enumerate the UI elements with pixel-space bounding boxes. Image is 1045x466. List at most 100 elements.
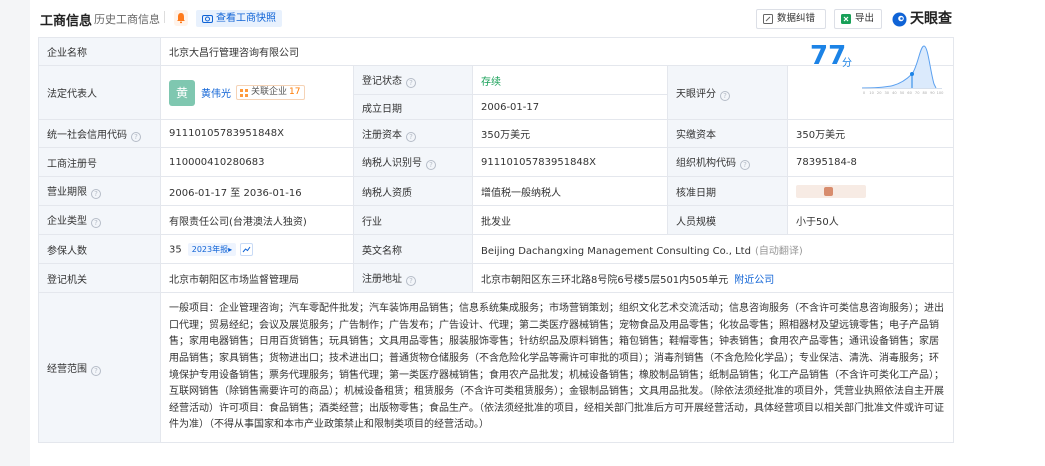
reg-capital-label-cell: 注册资本?	[353, 119, 473, 148]
score-tick-label: 30	[885, 91, 890, 95]
reg-capital: 350万美元	[472, 119, 668, 148]
english-name: Beijing Dachangxing Management Consultin…	[481, 245, 751, 257]
annual-report-label: 2023年报	[191, 244, 229, 254]
help-icon[interactable]: ?	[91, 365, 101, 376]
table-row: 参保人数 35 2023年报▸ 英文名称 Beijing Dachangxing …	[38, 234, 955, 264]
score-tick-label: 0	[863, 91, 866, 95]
score-tick-label: 50	[900, 91, 905, 95]
insured-cell: 35 2023年报▸	[160, 234, 354, 264]
company-info-panel: 工商信息 历史工商信息 查看工商快照 数据纠错 导出 天眼查 企业名称 北京大昌…	[30, 0, 1045, 466]
company-type-label-cell: 企业类型?	[38, 205, 161, 235]
company-type: 有限责任公司(台港澳法人独资)	[160, 205, 354, 235]
credit-code-label-cell: 统一社会信用代码?	[38, 119, 161, 148]
paid-capital: 350万美元	[786, 119, 955, 148]
eye-logo-icon	[892, 12, 907, 27]
data-correction-label: 数据纠错	[777, 13, 816, 24]
help-icon[interactable]: ?	[406, 276, 416, 286]
english-name-cell: Beijing Dachangxing Management Consultin…	[471, 234, 955, 264]
excel-icon	[841, 14, 851, 24]
help-icon[interactable]: ?	[406, 78, 416, 88]
org-code-label: 组织机构代码	[676, 158, 736, 169]
related-count: 17	[289, 87, 301, 97]
company-icon	[240, 89, 248, 97]
help-icon[interactable]: ?	[426, 160, 436, 170]
score-tick-label: 90	[930, 91, 935, 95]
found-date: 2006-01-17	[472, 94, 668, 120]
help-icon[interactable]: ?	[740, 160, 750, 170]
nearby-companies-link[interactable]: 附近公司	[734, 275, 774, 286]
tax-quality: 增值税一般纳税人	[472, 176, 668, 206]
table-row: 统一社会信用代码? 91110105783951848X 注册资本? 350万美…	[38, 119, 955, 148]
table-row: 企业类型? 有限责任公司(台港澳法人独资) 行业 批发业 人员规模 小于50人	[38, 205, 955, 235]
tianyancha-logo: 天眼查	[892, 9, 952, 29]
legal-rep-avatar[interactable]: 黄	[169, 79, 195, 106]
history-info-link[interactable]: 历史工商信息	[94, 11, 160, 27]
snapshot-button[interactable]: 查看工商快照	[196, 10, 282, 27]
status-value: 存续	[472, 65, 668, 95]
status-label-cell: 登记状态?	[353, 65, 473, 95]
bell-icon[interactable]	[174, 10, 188, 26]
address-cell: 北京市朝阳区东三环北路8号院6号楼5层501内505单元 附近公司	[471, 263, 955, 293]
help-icon[interactable]: ?	[91, 189, 101, 199]
score-label-cell: 天眼评分?	[667, 65, 788, 120]
snapshot-label: 查看工商快照	[216, 13, 276, 24]
company-name-label: 企业名称	[38, 37, 161, 66]
business-term: 2006-01-17 至 2036-01-16	[160, 176, 354, 206]
score-tick-label: 10	[869, 91, 874, 95]
annual-report-tag[interactable]: 2023年报▸	[187, 242, 237, 256]
staff-label: 人员规模	[667, 205, 788, 235]
table-row: 营业期限? 2006-01-17 至 2036-01-16 纳税人资质 增值税一…	[38, 176, 955, 206]
legal-rep-label: 法定代表人	[38, 65, 161, 120]
scope-label: 经营范围	[47, 363, 87, 375]
org-code: 78395184-8	[786, 147, 955, 177]
data-correction-button[interactable]: 数据纠错	[756, 9, 826, 29]
found-date-label: 成立日期	[353, 94, 473, 120]
logo-text: 天眼查	[910, 11, 952, 27]
score-tick-label: 80	[923, 91, 928, 95]
help-icon[interactable]: ?	[131, 131, 141, 142]
chart-icon[interactable]	[240, 242, 254, 256]
registration-authority: 北京市朝阳区市场监督管理局	[160, 263, 354, 293]
related-companies-badge[interactable]: 关联企业 17	[236, 85, 306, 100]
reg-no-label: 工商注册号	[38, 147, 161, 177]
camera-icon	[202, 15, 213, 23]
tax-quality-label: 纳税人资质	[353, 176, 473, 206]
address-label: 注册地址	[362, 274, 402, 285]
approve-date-masked[interactable]	[796, 184, 866, 198]
reg-capital-label: 注册资本	[362, 129, 402, 141]
insured-label: 参保人数	[38, 234, 161, 264]
approve-date-cell	[786, 176, 955, 206]
help-icon[interactable]: ?	[720, 90, 730, 101]
taxpayer-id-label: 纳税人识别号	[362, 158, 422, 169]
paid-capital-label: 实缴资本	[667, 119, 788, 148]
score-distribution-chart: 0 10 20 30 40 50 60 70 80 90 100	[861, 45, 944, 95]
business-info-table: 企业名称 北京大昌行管理咨询有限公司 法定代表人 黄黄伟光 关联企业 17 登记状态…	[38, 37, 955, 443]
related-label: 关联企业	[251, 87, 288, 97]
lock-icon	[824, 186, 833, 196]
org-code-label-cell: 组织机构代码?	[667, 147, 788, 177]
table-row: 经营范围? 一般项目：企业管理咨询；汽车零配件批发；汽车装饰用品销售；信息系统集…	[38, 292, 955, 443]
term-label-cell: 营业期限?	[38, 176, 161, 206]
export-button[interactable]: 导出	[834, 9, 882, 29]
score-value[interactable]: 77	[810, 41, 846, 71]
business-scope: 一般项目：企业管理咨询；汽车零配件批发；汽车装饰用品销售；信息系统集成服务；市场…	[159, 292, 955, 443]
authority-label: 登记机关	[38, 263, 161, 293]
taxpayer-id-label-cell: 纳税人识别号?	[353, 147, 473, 177]
address-label-cell: 注册地址?	[353, 263, 473, 293]
legal-rep-name[interactable]: 黄伟光	[201, 89, 231, 100]
taxpayer-id: 91110105783951848X	[472, 147, 668, 177]
section-title: 工商信息	[40, 14, 93, 29]
staff-size: 小于50人	[786, 205, 955, 235]
company-type-label: 企业类型	[47, 216, 87, 227]
export-label: 导出	[855, 13, 875, 24]
table-row: 登记机关 北京市朝阳区市场监督管理局 注册地址? 北京市朝阳区东三环北路8号院6…	[38, 263, 955, 293]
insured-count: 35	[169, 244, 182, 255]
table-row: 工商注册号 110000410280683 纳税人识别号? 9111010578…	[38, 147, 955, 177]
score-unit: 分	[842, 58, 852, 69]
edit-icon	[763, 14, 773, 24]
help-icon[interactable]: ?	[91, 218, 101, 228]
help-icon[interactable]: ?	[406, 131, 416, 142]
score-tick-label: 40	[892, 91, 897, 95]
scope-label-cell: 经营范围?	[38, 292, 161, 443]
term-label: 营业期限	[47, 187, 87, 198]
